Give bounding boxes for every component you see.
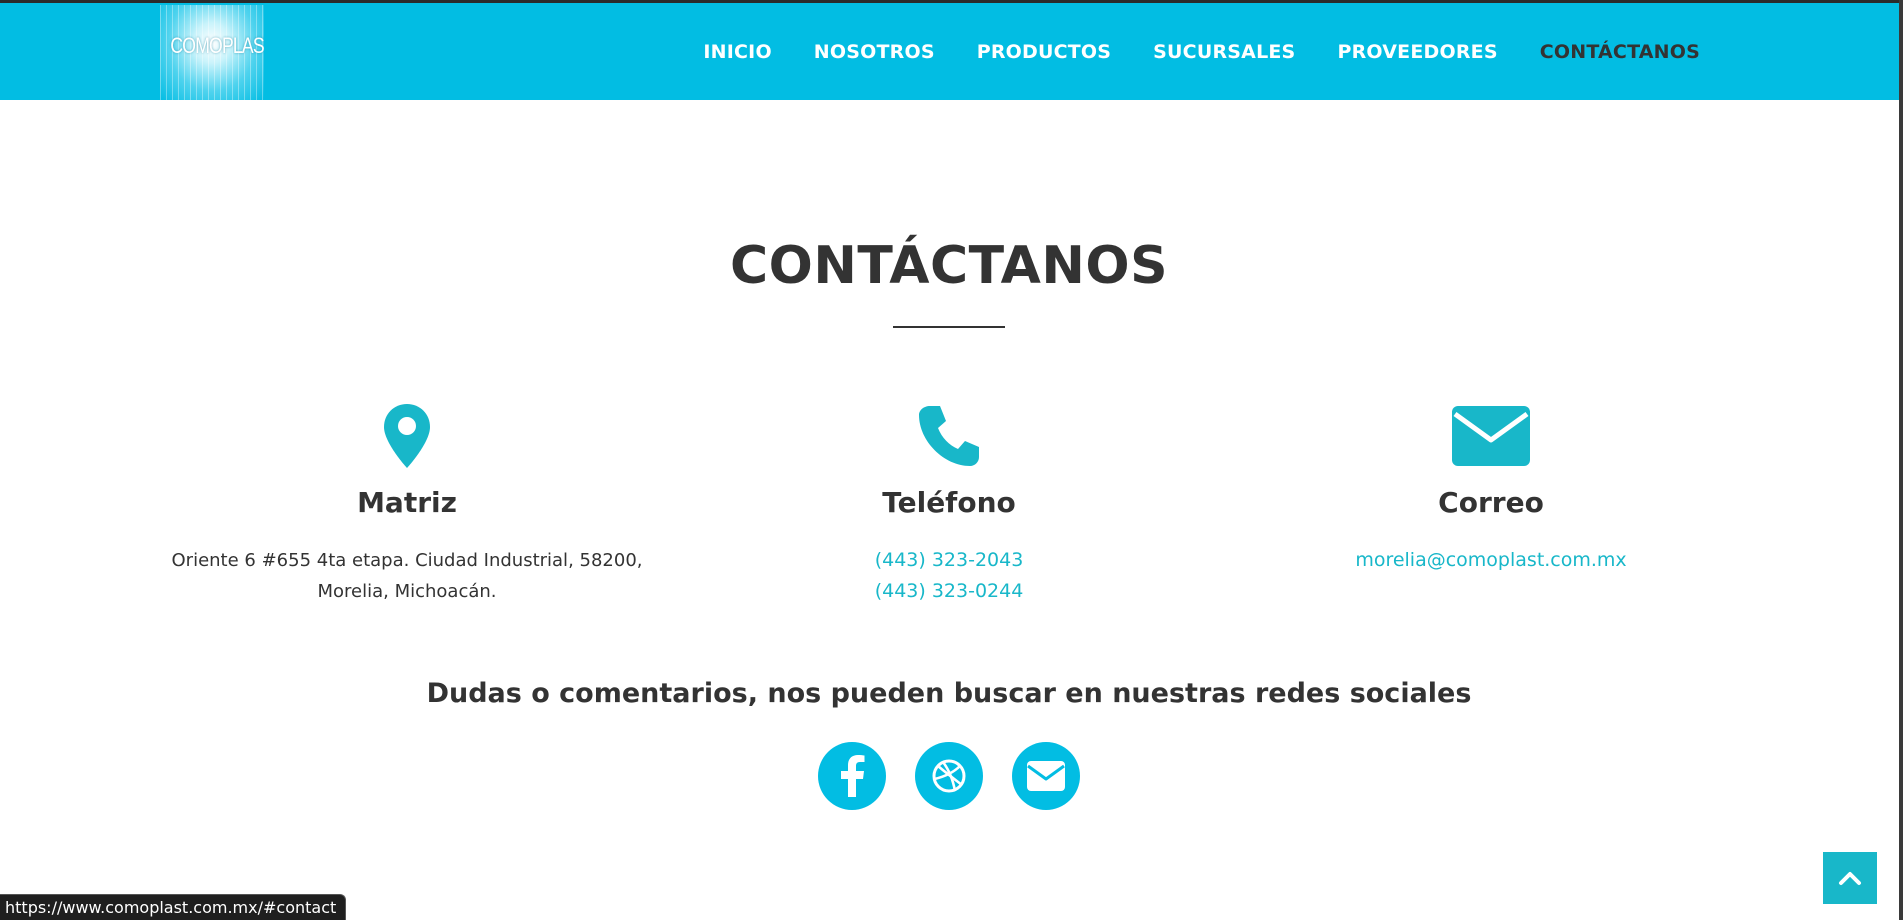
social-links <box>818 742 1080 810</box>
nav-item-contactanos[interactable]: CONTÁCTANOS <box>1540 41 1700 63</box>
chevron-up-icon <box>1839 872 1861 885</box>
logo-text: COMOPLAST <box>170 33 264 58</box>
phone-link-1[interactable]: (443) 323-2043 <box>875 549 1024 571</box>
correo-heading: Correo <box>1438 486 1544 519</box>
address-line-2: Morelia, Michoacán. <box>317 581 497 602</box>
envelope-icon <box>1231 400 1751 472</box>
telefono-heading: Teléfono <box>882 486 1016 519</box>
back-to-top-button[interactable] <box>1823 852 1877 904</box>
contact-column-matriz: Matriz Oriente 6 #655 4ta etapa. Ciudad … <box>147 400 667 607</box>
nav-item-sucursales[interactable]: SUCURSALES <box>1153 41 1295 63</box>
phone-list: (443) 323-2043 (443) 323-0244 <box>689 545 1209 607</box>
nav-item-nosotros[interactable]: NOSOTROS <box>814 41 935 63</box>
contact-column-correo: Correo morelia@comoplast.com.mx <box>1231 400 1751 576</box>
dribbble-icon <box>932 759 966 793</box>
status-bar-url: https://www.comoplast.com.mx/#contact <box>0 894 347 920</box>
page-title: CONTÁCTANOS <box>729 236 1169 296</box>
title-divider <box>893 326 1005 328</box>
dribbble-button[interactable] <box>915 742 983 810</box>
address-text: Oriente 6 #655 4ta etapa. Ciudad Industr… <box>147 545 667 607</box>
contact-column-telefono: Teléfono (443) 323-2043 (443) 323-0244 <box>689 400 1209 607</box>
phone-link-2[interactable]: (443) 323-0244 <box>875 580 1024 602</box>
comoplast-logo[interactable]: COMOPLAST <box>160 5 264 100</box>
nav-item-inicio[interactable]: INICIO <box>703 41 771 63</box>
main-nav: INICIO NOSOTROS PRODUCTOS SUCURSALES PRO… <box>703 3 1700 100</box>
email-list: morelia@comoplast.com.mx <box>1231 545 1751 576</box>
facebook-button[interactable] <box>818 742 886 810</box>
address-line-1: Oriente 6 #655 4ta etapa. Ciudad Industr… <box>171 550 643 571</box>
matriz-heading: Matriz <box>357 486 457 519</box>
email-link[interactable]: morelia@comoplast.com.mx <box>1355 549 1626 571</box>
nav-item-proveedores[interactable]: PROVEEDORES <box>1337 41 1497 63</box>
facebook-icon <box>841 755 865 797</box>
nav-item-productos[interactable]: PRODUCTOS <box>977 41 1111 63</box>
map-marker-icon <box>147 400 667 472</box>
envelope-icon <box>1027 761 1065 791</box>
email-button[interactable] <box>1012 742 1080 810</box>
window-edge <box>1899 0 1903 920</box>
phone-icon <box>689 400 1209 472</box>
social-heading: Dudas o comentarios, nos pueden buscar e… <box>426 678 1472 709</box>
